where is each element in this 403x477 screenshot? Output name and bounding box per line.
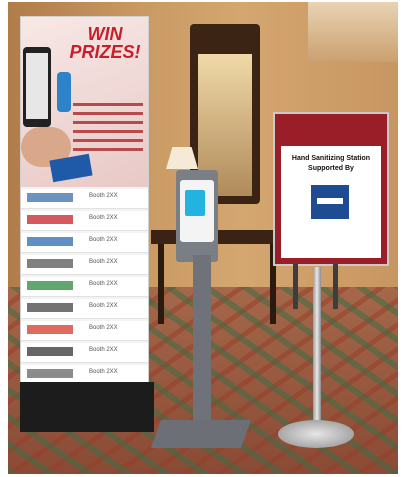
sign-text-line1: Hand Sanitizing Station [291, 155, 371, 162]
ceiling-light-area [308, 2, 398, 62]
sign-text-line2: Supported By [308, 165, 354, 172]
sponsor-logo [27, 369, 73, 378]
sign-pole [313, 267, 321, 427]
sign-easel-leg [333, 264, 338, 309]
sponsor-row: Booth 2XX [21, 343, 148, 363]
table-leg [158, 244, 164, 324]
sponsor-row: Booth 2XX [21, 299, 148, 319]
sanitizer-stand-pole [193, 255, 211, 430]
sponsor-logo-mark [317, 198, 343, 204]
banner-header-graphic: WIN PRIZES! [21, 17, 148, 187]
sign-face: Hand Sanitizing Station Supported By [281, 120, 381, 258]
sanitizer-stand-base [150, 420, 252, 448]
sponsor-logo [27, 259, 73, 268]
sponsor-booth: Booth 2XX [89, 259, 118, 265]
sponsor-row: Booth 2XX [21, 211, 148, 231]
hand-sanitizer-dispenser [180, 180, 214, 242]
dispenser-window [185, 190, 205, 216]
sponsor-booth: Booth 2XX [89, 325, 118, 331]
sponsor-logo [27, 325, 73, 334]
sign-text: Hand Sanitizing Station Supported By [285, 154, 377, 174]
sponsor-logo [27, 347, 73, 356]
sponsor-row: Booth 2XX [21, 189, 148, 209]
sponsor-booth: Booth 2XX [89, 281, 118, 287]
sponsor-sign: Hand Sanitizing Station Supported By [273, 112, 389, 266]
sign-header [281, 120, 381, 146]
phone-graphic [23, 47, 51, 127]
sponsor-logo [27, 237, 73, 246]
sponsor-row: Booth 2XX [21, 233, 148, 253]
sign-base [278, 420, 354, 448]
banner-instructions [73, 97, 143, 157]
sponsor-booth: Booth 2XX [89, 193, 118, 199]
sponsor-booth: Booth 2XX [89, 347, 118, 353]
hotel-hallway-photo: WIN PRIZES! Booth 2XX Booth 2XX Booth 2XX B… [8, 2, 398, 474]
photo-frame: WIN PRIZES! Booth 2XX Booth 2XX Booth 2XX B… [0, 0, 403, 477]
banner-base [20, 382, 154, 432]
sponsor-booth: Booth 2XX [89, 237, 118, 243]
sponsor-logo [27, 215, 73, 224]
sponsor-logo [27, 193, 73, 202]
sponsor-row: Booth 2XX [21, 255, 148, 275]
sanitizer-bottle-graphic [57, 72, 71, 112]
sponsor-booth: Booth 2XX [89, 369, 118, 375]
prize-banner: WIN PRIZES! Booth 2XX Booth 2XX Booth 2XX B… [20, 16, 149, 428]
banner-title: WIN PRIZES! [69, 24, 141, 62]
qr-code-screen [26, 53, 48, 119]
sponsor-row: Booth 2XX [21, 277, 148, 297]
sign-easel-leg [293, 264, 298, 309]
sponsor-logo [311, 185, 349, 219]
sponsor-list: Booth 2XX Booth 2XX Booth 2XX Booth 2XX Boot… [21, 189, 148, 409]
sponsor-row: Booth 2XX [21, 321, 148, 341]
sponsor-logo [27, 281, 73, 290]
sponsor-booth: Booth 2XX [89, 303, 118, 309]
sponsor-logo [27, 303, 73, 312]
sponsor-booth: Booth 2XX [89, 215, 118, 221]
